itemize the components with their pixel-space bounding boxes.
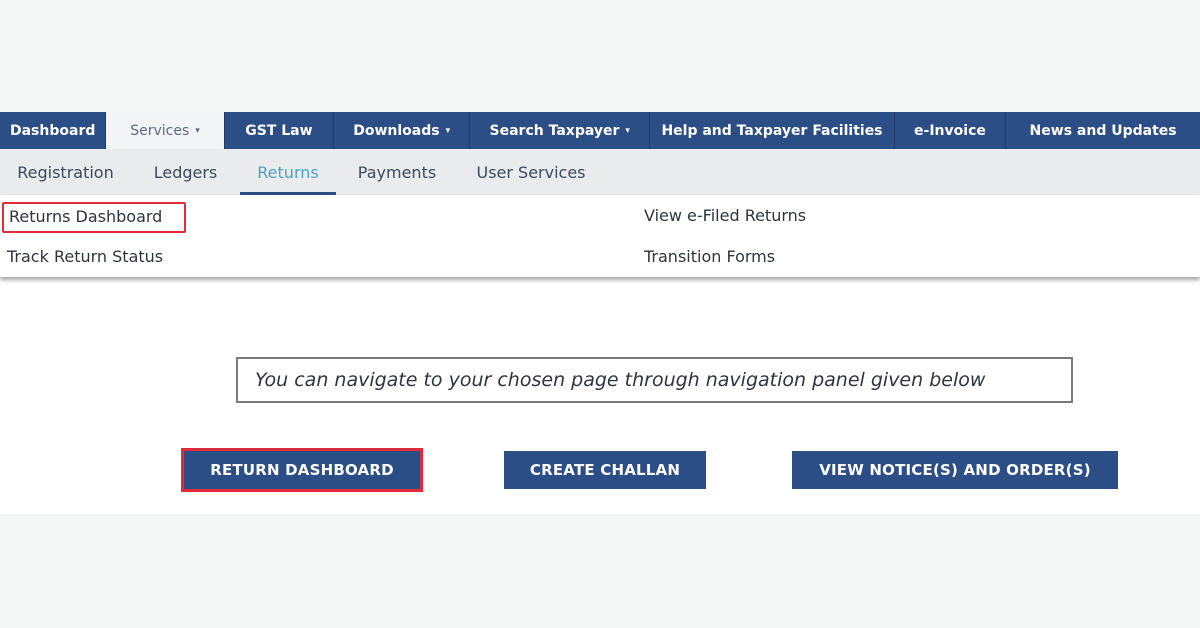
- subnav-returns-label: Returns: [257, 162, 319, 182]
- subnav-registration-label: Registration: [17, 162, 114, 182]
- create-challan-button[interactable]: CREATE CHALLAN: [504, 451, 706, 489]
- menu-item-view-e-filed-returns-label: View e-Filed Returns: [644, 206, 807, 225]
- subnav-ledgers-label: Ledgers: [153, 162, 218, 182]
- chevron-down-icon: ▾: [195, 125, 200, 136]
- nav-services[interactable]: Services ▾: [106, 112, 225, 149]
- nav-help-taxpayer-facilities[interactable]: Help and Taxpayer Facilities: [650, 112, 895, 149]
- nav-e-invoice[interactable]: e-Invoice: [895, 112, 1007, 149]
- navigation-info-box: You can navigate to your chosen page thr…: [236, 357, 1073, 403]
- menu-item-track-return-status[interactable]: Track Return Status: [7, 247, 163, 266]
- nav-dashboard-label: Dashboard: [9, 122, 96, 139]
- chevron-down-icon: ▾: [625, 125, 630, 136]
- navigation-info-text: You can navigate to your chosen page thr…: [255, 369, 986, 391]
- return-dashboard-button-label: RETURN DASHBOARD: [210, 461, 394, 479]
- subnav-payments[interactable]: Payments: [336, 149, 458, 195]
- nav-downloads[interactable]: Downloads ▾: [334, 112, 471, 149]
- subnav-ledgers[interactable]: Ledgers: [131, 149, 240, 195]
- nav-gst-law-label: GST Law: [245, 122, 313, 139]
- chevron-down-icon: ▾: [445, 125, 451, 136]
- menu-item-transition-forms-label: Transition Forms: [644, 247, 776, 266]
- gst-portal-panel: Dashboard Services ▾ GST Law Downloads ▾…: [0, 112, 1200, 514]
- nav-gst-law[interactable]: GST Law: [225, 112, 335, 149]
- nav-help-label: Help and Taxpayer Facilities: [661, 122, 883, 139]
- menu-item-transition-forms[interactable]: Transition Forms: [644, 247, 775, 266]
- returns-dropdown-menu: Returns Dashboard Track Return Status Vi…: [0, 195, 1200, 277]
- menu-item-track-return-status-label: Track Return Status: [7, 247, 164, 266]
- subnav-returns[interactable]: Returns: [240, 149, 336, 195]
- nav-news-updates[interactable]: News and Updates: [1006, 112, 1200, 149]
- menu-item-returns-dashboard[interactable]: Returns Dashboard: [2, 202, 187, 233]
- nav-search-taxpayer-label: Search Taxpayer: [489, 122, 620, 139]
- return-dashboard-button[interactable]: RETURN DASHBOARD: [181, 448, 423, 492]
- subnav-user-services[interactable]: User Services: [458, 149, 604, 195]
- nav-downloads-label: Downloads: [353, 122, 440, 139]
- nav-e-invoice-label: e-Invoice: [914, 122, 986, 139]
- nav-search-taxpayer[interactable]: Search Taxpayer ▾: [470, 112, 651, 149]
- nav-services-label: Services: [130, 122, 190, 139]
- subnav-payments-label: Payments: [357, 162, 437, 182]
- nav-dashboard[interactable]: Dashboard: [0, 112, 107, 149]
- menu-item-returns-dashboard-label: Returns Dashboard: [9, 207, 163, 226]
- subnav-user-services-label: User Services: [476, 162, 586, 182]
- view-notices-orders-button[interactable]: VIEW NOTICE(S) AND ORDER(S): [792, 451, 1118, 489]
- menu-item-view-e-filed-returns[interactable]: View e-Filed Returns: [644, 206, 806, 225]
- subnav-registration[interactable]: Registration: [0, 149, 131, 195]
- create-challan-button-label: CREATE CHALLAN: [529, 461, 681, 479]
- view-notices-orders-button-label: VIEW NOTICE(S) AND ORDER(S): [819, 461, 1091, 479]
- services-sub-navigation: Registration Ledgers Returns Payments Us…: [0, 149, 1200, 195]
- top-navigation-bar: Dashboard Services ▾ GST Law Downloads ▾…: [0, 112, 1200, 149]
- nav-news-updates-label: News and Updates: [1029, 122, 1177, 139]
